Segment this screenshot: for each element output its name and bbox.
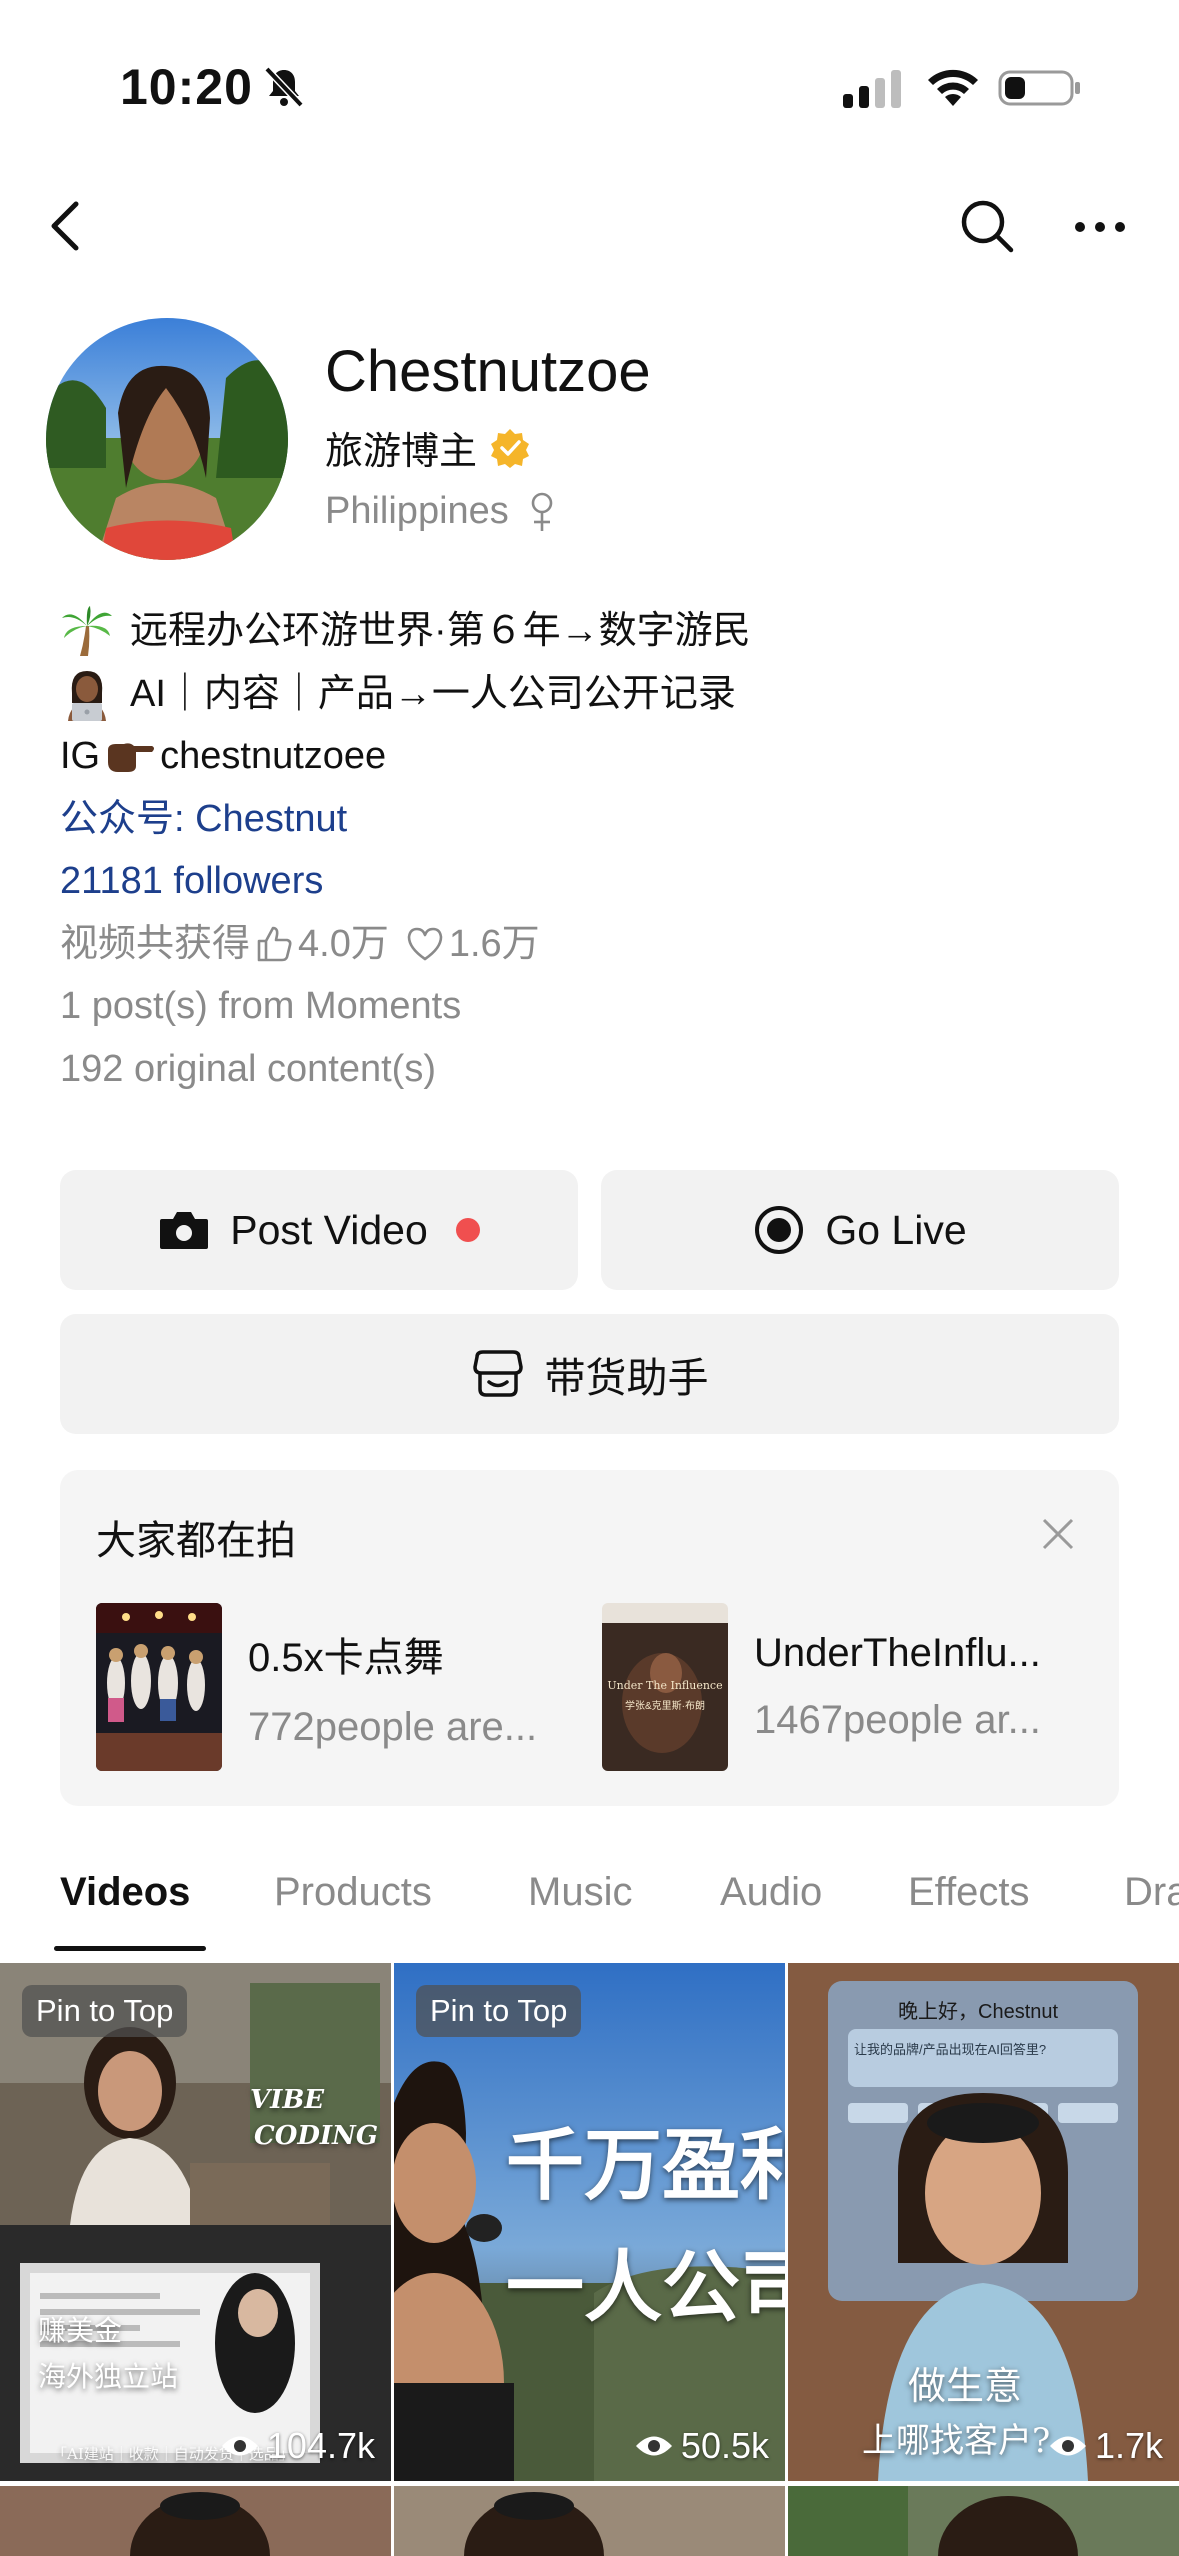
post-video-label: Post Video [230, 1206, 428, 1253]
profile-bio: 远程办公环游世界·第６年→数字游民 AI｜内容｜产品→一人公司公开记录 IG c… [60, 600, 1140, 1100]
video-overlay-text: 海外独立站 [38, 2360, 179, 2393]
trending-item-name: 0.5x卡点舞 [248, 1635, 444, 1680]
eye-icon [635, 2436, 672, 2456]
search-icon[interactable] [958, 196, 1016, 256]
tab-products[interactable]: Products [274, 1870, 432, 1915]
trending-item[interactable]: 0.5x卡点舞 772people are... [96, 1602, 578, 1772]
video-thumbnail[interactable]: 晚上好，Chestnut 让我的品牌/产品出现在AI回答里? 做生意 上哪找客户… [788, 1963, 1179, 2481]
pin-to-top-badge: Pin to Top [22, 1985, 188, 2037]
thumbnail-caption: Under The Influence [607, 1679, 723, 1692]
role-label: 旅游博主 [325, 431, 478, 473]
view-count-value: 50.5k [680, 2425, 769, 2466]
verified-badge-icon [491, 428, 530, 468]
trending-item-count: 772people are... [248, 1704, 538, 1749]
bio-text-1: 远程办公环游世界·第６年→数字游民 [130, 610, 751, 652]
wifi-icon [928, 69, 978, 106]
female-gender-icon [531, 492, 553, 531]
avatar[interactable] [46, 318, 288, 560]
bio-ig-prefix: IG [60, 735, 101, 777]
content-tabs: Videos Products Music Audio Effects Dra [0, 1870, 1179, 1951]
video-overlay-text: VIBE [250, 2085, 325, 2115]
view-count-value: 1.7k [1094, 2425, 1163, 2466]
trending-thumbnail [96, 1603, 222, 1771]
close-icon[interactable] [1038, 1514, 1078, 1554]
profile-name: Chestnutzoe [325, 339, 651, 404]
bio-ig-handle[interactable]: chestnutzoee [160, 725, 386, 788]
video-thumbnail[interactable] [394, 2486, 785, 2556]
bio-text-2: AI｜内容｜产品→一人公司公开记录 [130, 672, 736, 715]
tab-music[interactable]: Music [528, 1870, 632, 1915]
video-thumbnail[interactable]: Pin to Top 千万盈利 一人公司 50.5k [394, 1963, 785, 2481]
moments-count[interactable]: 1 post(s) from Moments [60, 975, 1140, 1038]
bio-line-3: IG chestnutzoee [60, 725, 1140, 788]
video-overlay-text: 上哪找客户? [862, 2421, 1051, 2461]
sales-assistant-label: 带货助手 [544, 1355, 709, 1401]
followers-link[interactable]: 21181 followers [60, 850, 1140, 913]
tab-effects[interactable]: Effects [908, 1870, 1030, 1915]
live-record-icon [755, 1206, 804, 1254]
more-options-icon[interactable] [1072, 212, 1128, 242]
video-overlay-text: 赚美金 [38, 2314, 123, 2347]
likes-count: 4.0万 [298, 922, 389, 965]
video-overlay-text: 让我的品牌/产品出现在AI回答里? [854, 2042, 1047, 2057]
trending-item-name: UnderTheInflu... [754, 1631, 1041, 1675]
sales-assistant-button[interactable]: 带货助手 [60, 1314, 1119, 1434]
view-count: 50.5k [635, 2425, 769, 2467]
view-count-value: 104.7k [266, 2425, 375, 2466]
shop-assistant-icon [472, 1350, 523, 1397]
trending-card: 大家都在拍 0.5x卡点舞 772people are... Under The… [60, 1470, 1119, 1806]
tab-audio[interactable]: Audio [720, 1870, 822, 1915]
official-account-link[interactable]: 公众号: Chestnut [60, 788, 1140, 851]
video-overlay-text: 做生意 [908, 2364, 1023, 2408]
status-bar: 10:20 [0, 0, 1179, 150]
video-overlay-text: 一人公司 [506, 2242, 785, 2333]
bio-line-2: AI｜内容｜产品→一人公司公开记录 [60, 663, 1140, 726]
go-live-button[interactable]: Go Live [601, 1170, 1119, 1290]
video-thumbnail[interactable] [788, 2486, 1179, 2556]
video-overlay-text: 千万盈利 [506, 2120, 785, 2211]
video-thumbnail[interactable] [0, 2486, 391, 2556]
palm-tree-icon [62, 606, 112, 657]
camera-icon [160, 1212, 209, 1249]
cellular-signal-icon [843, 70, 901, 108]
eye-icon [1049, 2436, 1086, 2456]
hearts-count: 1.6万 [448, 922, 540, 965]
view-count: 104.7k [221, 2425, 375, 2467]
video-overlay-text: 晚上好，Chestnut [898, 2001, 1059, 2023]
view-count: 1.7k [1049, 2425, 1163, 2467]
heart-icon [407, 927, 443, 961]
post-video-button[interactable]: Post Video [60, 1170, 578, 1290]
trending-thumbnail: Under The Influence 学张&克里斯·布朗 [602, 1603, 728, 1771]
active-tab-indicator [54, 1946, 206, 1951]
status-time: 10:20 [120, 59, 253, 115]
trending-title: 大家都在拍 [96, 1519, 296, 1563]
thumbnail-subcaption: 学张&克里斯·布朗 [625, 1701, 705, 1712]
woman-laptop-icon [68, 670, 106, 721]
video-overlay-text: CODING [254, 2121, 379, 2151]
likes-stats: 视频共获得 4.0万 1.6万 [60, 913, 1140, 976]
location-label: Philippines [325, 490, 509, 532]
thumbs-up-icon [257, 926, 292, 962]
trending-item[interactable]: Under The Influence 学张&克里斯·布朗 UnderTheIn… [602, 1602, 1084, 1772]
video-thumbnail[interactable]: Pin to Top VIBE CODING 赚美金 海外独立站 「AI建站｜收… [0, 1963, 391, 2481]
bell-muted-icon [264, 66, 304, 108]
stats-label: 视频共获得 [60, 922, 251, 965]
trending-item-count: 1467people ar... [754, 1698, 1041, 1742]
original-content-count: 192 original content(s) [60, 1047, 436, 1090]
tab-videos[interactable]: Videos [60, 1870, 190, 1915]
tab-drafts[interactable]: Dra [1124, 1870, 1179, 1915]
bio-line-1: 远程办公环游世界·第６年→数字游民 [60, 600, 1140, 663]
battery-icon [998, 70, 1080, 106]
pin-to-top-badge: Pin to Top [416, 1985, 582, 2037]
pointing-hand-icon [108, 743, 155, 773]
new-indicator-dot [455, 1218, 480, 1242]
back-chevron-icon[interactable] [46, 196, 86, 256]
go-live-label: Go Live [825, 1206, 967, 1253]
profile-location: Philippines [325, 490, 557, 533]
profile-role: 旅游博主 [325, 420, 531, 475]
eye-icon [221, 2436, 258, 2456]
